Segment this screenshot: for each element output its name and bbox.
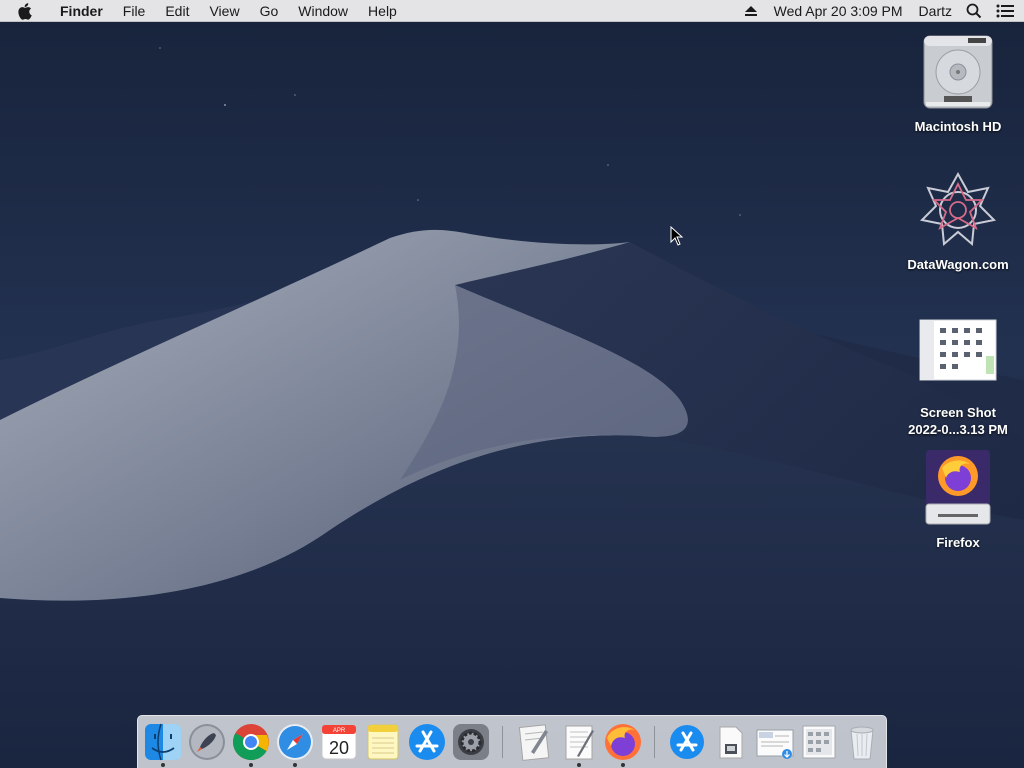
notification-center-icon[interactable]: [996, 4, 1014, 18]
safari-icon: [277, 724, 313, 760]
running-indicator: [577, 763, 581, 767]
menu-file[interactable]: File: [113, 0, 156, 22]
desktop-wallpaper: [0, 0, 1024, 768]
dock-separator: [654, 726, 655, 758]
dock-item-chrome[interactable]: [231, 722, 271, 762]
script-editor-icon: [518, 724, 550, 761]
dock-item-script-editor[interactable]: [515, 722, 555, 762]
dock-item-documents[interactable]: [711, 722, 751, 762]
notes-icon: [367, 724, 399, 760]
dock-item-screenshots[interactable]: [799, 722, 839, 762]
menu-go[interactable]: Go: [250, 0, 289, 22]
calendar-month: APR: [333, 728, 346, 734]
desktop-icon-label: DataWagon.com: [907, 257, 1009, 272]
running-indicator: [293, 763, 297, 767]
dock-item-notes[interactable]: [363, 722, 403, 762]
screenshot-thumbnail-icon: [919, 319, 997, 381]
desktop-icon-macintosh-hd[interactable]: Macintosh HD: [898, 32, 1018, 135]
screenshot-stack-icon: [802, 725, 836, 759]
dock-item-trash[interactable]: [842, 722, 882, 762]
app-menu-finder[interactable]: Finder: [50, 0, 113, 22]
hard-drive-icon: [923, 35, 993, 109]
dock-item-launchpad[interactable]: [187, 722, 227, 762]
desktop-icon-firefox[interactable]: Firefox: [898, 448, 1018, 551]
textedit-icon: [565, 725, 594, 760]
running-indicator: [621, 763, 625, 767]
downloads-stack-icon: [756, 729, 794, 759]
mouse-cursor-icon: [670, 226, 684, 246]
apple-menu-icon[interactable]: [18, 0, 38, 22]
dock-item-system-preferences[interactable]: [451, 722, 491, 762]
running-indicator: [161, 763, 165, 767]
dock-separator: [502, 726, 503, 758]
dock: APR 20: [137, 715, 887, 768]
eject-icon[interactable]: [744, 5, 758, 17]
document-stack-icon: [719, 726, 743, 759]
desktop-icon-screenshot[interactable]: Screen Shot 2022-0...3.13 PM: [898, 318, 1018, 438]
menu-edit[interactable]: Edit: [155, 0, 199, 22]
firefox-icon: [605, 724, 641, 760]
desktop-icon-label-line1: Screen Shot: [920, 405, 996, 420]
desktop-icon-datawagon[interactable]: DataWagon.com: [898, 170, 1018, 273]
launchpad-icon: [189, 724, 225, 760]
app-store-icon: [409, 724, 445, 760]
menu-window[interactable]: Window: [288, 0, 358, 22]
menu-view[interactable]: View: [199, 0, 249, 22]
desktop-icon-label-line2: 2022-0...3.13 PM: [908, 422, 1008, 437]
chrome-icon: [232, 724, 269, 761]
dock-item-calendar[interactable]: APR 20: [319, 722, 359, 762]
clock[interactable]: Wed Apr 20 3:09 PM: [774, 0, 903, 22]
calendar-icon: APR 20: [321, 724, 357, 760]
dock-item-firefox[interactable]: [603, 722, 643, 762]
spotlight-search-icon[interactable]: [966, 3, 982, 19]
dock-item-finder[interactable]: [143, 722, 183, 762]
trash-icon: [850, 726, 874, 760]
dock-item-downloads[interactable]: [755, 722, 795, 762]
dock-item-applications[interactable]: [667, 722, 707, 762]
dock-item-safari[interactable]: [275, 722, 315, 762]
system-preferences-icon: [453, 724, 489, 760]
dock-item-textedit[interactable]: [559, 722, 599, 762]
calendar-day: 20: [329, 738, 349, 758]
user-name[interactable]: Dartz: [919, 0, 952, 22]
finder-icon: [145, 723, 181, 761]
firefox-disk-image-icon: [925, 450, 991, 525]
desktop-icon-label: Macintosh HD: [914, 119, 1002, 134]
datawagon-icon: [919, 171, 997, 247]
menu-bar: Finder File Edit View Go Window Help Wed…: [0, 0, 1024, 22]
desktop-icon-label: Firefox: [936, 535, 980, 550]
menu-help[interactable]: Help: [358, 0, 407, 22]
applications-folder-icon: [670, 725, 704, 759]
running-indicator: [249, 763, 253, 767]
dock-item-app-store[interactable]: [407, 722, 447, 762]
